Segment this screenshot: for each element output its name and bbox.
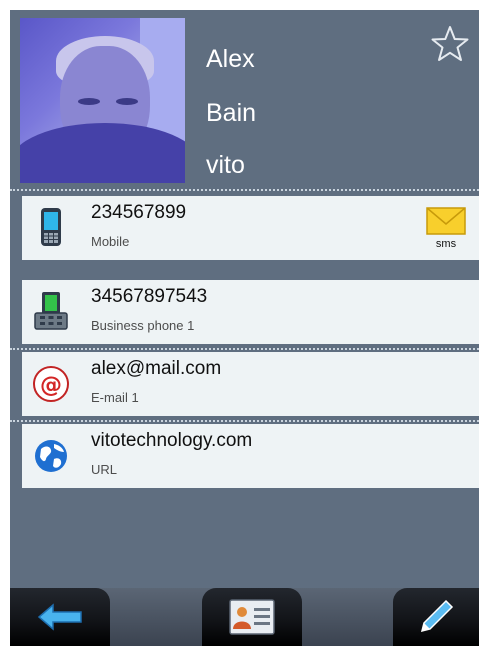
pencil-icon xyxy=(420,599,454,633)
contact-first-name: Alex xyxy=(206,45,255,73)
mobile-phone-icon xyxy=(41,208,61,246)
photo-eye xyxy=(116,98,138,105)
contact-entry-url[interactable]: vitotechnology.com URL xyxy=(22,424,479,488)
svg-text:@: @ xyxy=(40,373,62,398)
back-arrow-icon xyxy=(37,603,82,631)
contact-photo[interactable] xyxy=(20,18,185,183)
entry-value: 234567899 xyxy=(91,202,187,223)
photo-eye xyxy=(78,98,100,105)
desk-phone-icon xyxy=(34,292,68,330)
contact-last-name: Bain xyxy=(206,99,257,127)
contact-entry-email[interactable]: @ alex@mail.com E-mail 1 xyxy=(22,352,479,416)
bottom-toolbar xyxy=(10,588,479,646)
globe-icon xyxy=(35,440,67,472)
sms-label: sms xyxy=(436,238,457,250)
contact-card-button[interactable] xyxy=(202,588,302,646)
entry-value: alex@mail.com xyxy=(91,358,222,379)
entry-value: 34567897543 xyxy=(91,286,208,307)
sms-envelope-icon[interactable]: sms xyxy=(425,206,467,250)
contact-company: vito xyxy=(206,151,245,179)
contact-details-screen: Alex Bain vito 234567899 Mobile sms 3456… xyxy=(10,10,479,646)
entry-type: Mobile xyxy=(91,234,130,249)
entry-value: vitotechnology.com xyxy=(91,430,253,451)
divider xyxy=(10,189,479,191)
contact-entry-business-phone[interactable]: 34567897543 Business phone 1 xyxy=(22,280,479,344)
divider xyxy=(10,348,479,350)
edit-button[interactable] xyxy=(393,588,479,646)
contact-entry-mobile[interactable]: 234567899 Mobile sms xyxy=(22,196,479,260)
entry-type: E-mail 1 xyxy=(91,390,139,405)
back-button[interactable] xyxy=(10,588,110,646)
contact-card-icon xyxy=(229,599,275,635)
email-at-icon: @ xyxy=(33,366,69,402)
photo-shirt xyxy=(20,123,185,183)
entry-type: URL xyxy=(91,462,118,477)
divider xyxy=(10,420,479,422)
favorite-star-icon[interactable] xyxy=(430,24,470,64)
entry-type: Business phone 1 xyxy=(91,318,195,333)
